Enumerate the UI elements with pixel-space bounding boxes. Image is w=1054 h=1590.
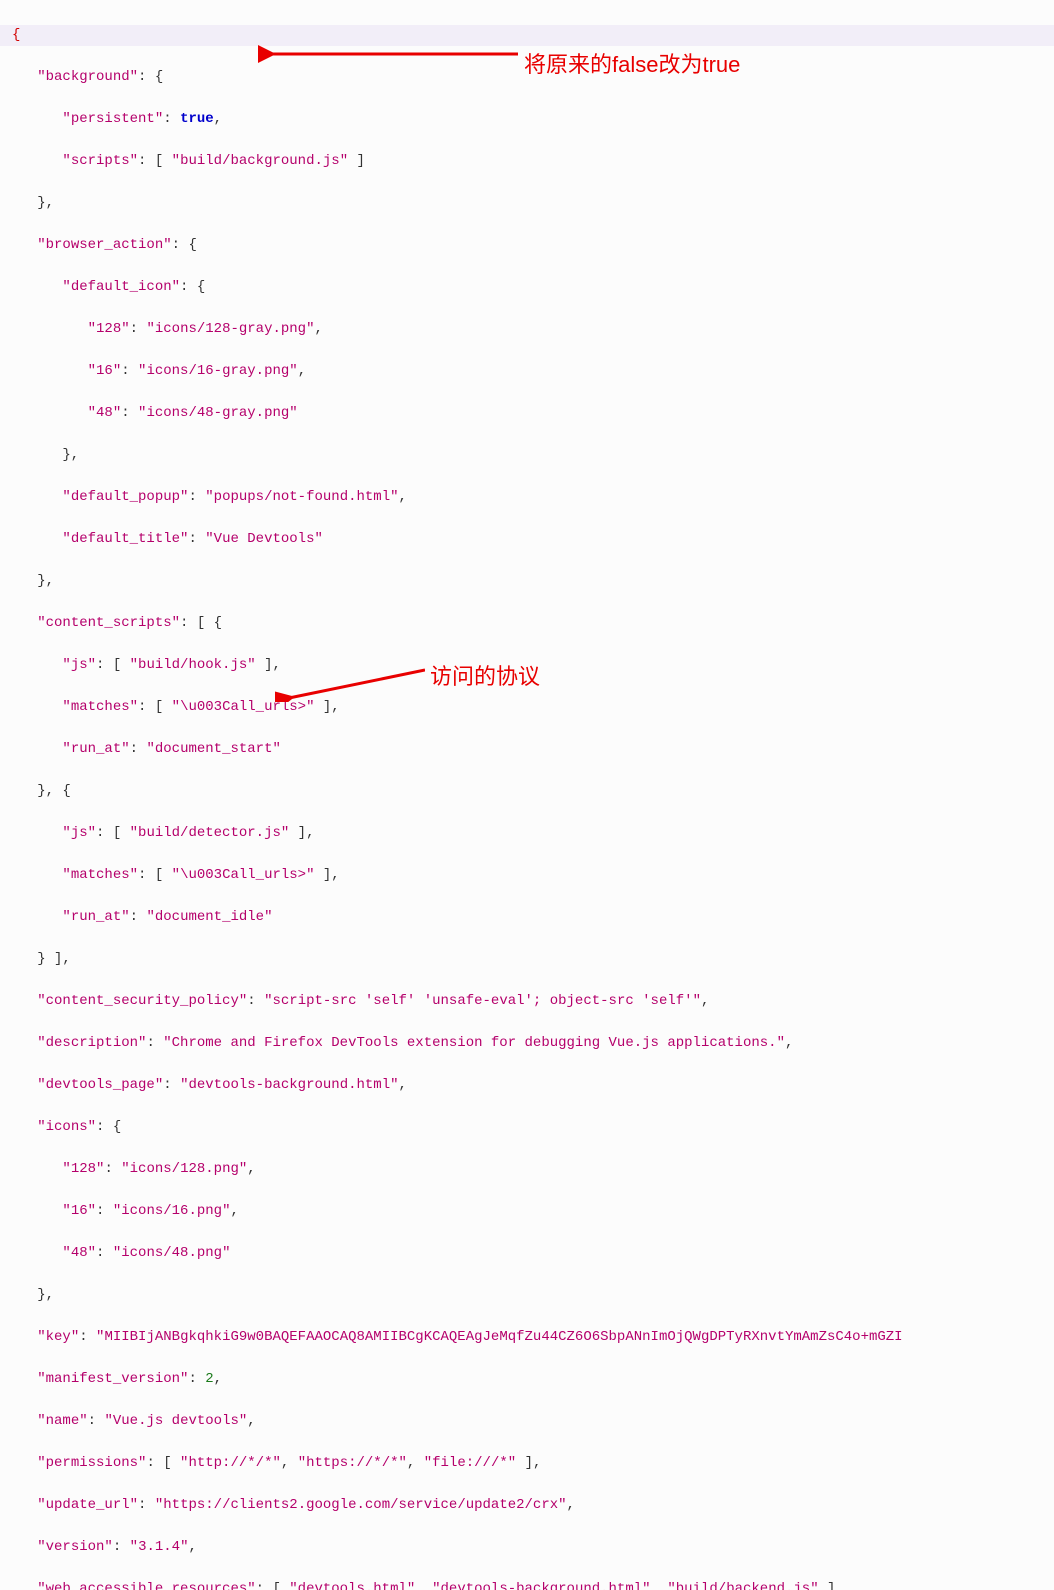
json-code-block: { "background": { "persistent": true, "s… bbox=[0, 0, 1054, 1590]
annotation-text-2: 访问的协议 bbox=[430, 660, 540, 693]
annotation-text-1: 将原来的false改为true bbox=[524, 48, 740, 81]
persistent-value: true bbox=[180, 111, 214, 127]
